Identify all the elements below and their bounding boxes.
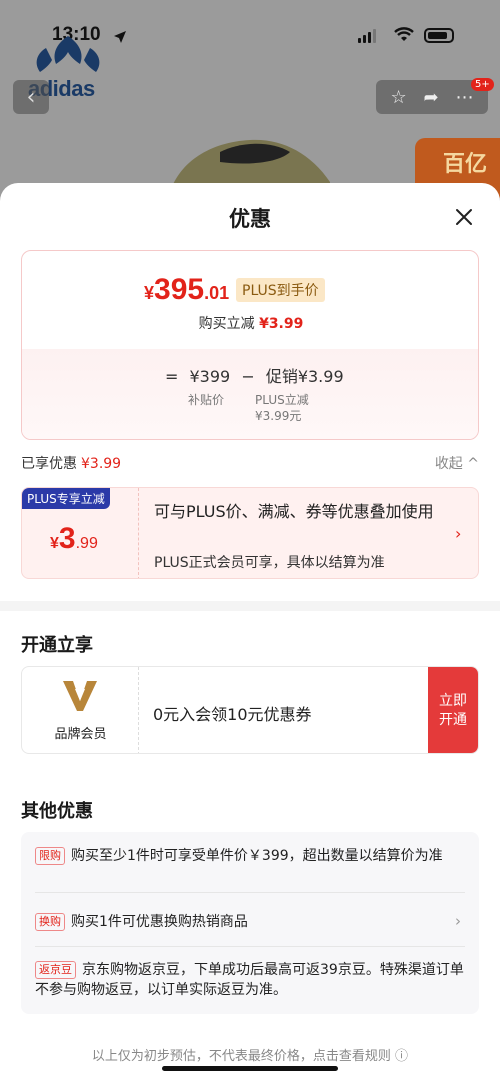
instant-cut-label: 购买立减	[198, 316, 255, 332]
location-arrow-icon	[114, 31, 126, 43]
coupon-amount-panel: PLUS专享立减 ¥3.99	[22, 488, 139, 578]
join-label-1: 立即	[439, 693, 467, 709]
offer-tag-limit: 限购	[35, 847, 65, 865]
final-price: ¥395.01	[144, 273, 229, 307]
brand-member-logo-icon	[63, 681, 97, 711]
formula-base-sub: 补贴价	[188, 393, 225, 407]
membership-section-title: 开通立享	[21, 635, 93, 656]
price-decimal: .01	[204, 283, 230, 303]
more-icon[interactable]: ⋯	[456, 87, 474, 108]
back-button[interactable]: ‹	[13, 80, 49, 114]
join-now-button[interactable]: 立即 开通	[428, 667, 478, 753]
close-icon[interactable]	[452, 205, 476, 229]
other-offers-section-title: 其他优惠	[21, 801, 93, 822]
formula-promo-sub-2: ¥3.99元	[255, 409, 302, 423]
price-integer: 395	[154, 273, 205, 306]
offer-tag-exchange: 换购	[35, 913, 65, 931]
formula-promo: 促销¥3.99	[265, 367, 344, 386]
chevron-right-icon: ›	[455, 912, 461, 930]
chevron-right-icon: ›	[455, 524, 462, 543]
coupon-tag: PLUS专享立减	[22, 488, 110, 509]
coupon-note: PLUS正式会员可享，具体以结算为准	[154, 555, 385, 571]
chevron-left-icon: ‹	[26, 84, 36, 110]
price-currency: ¥	[144, 283, 155, 303]
offer-row-jingdou: 返京豆 京东购物返京豆，下单成功后最高可返39京豆。特殊渠道订单不参与购物返豆，以…	[35, 960, 465, 1000]
offer-text-exchange: 购买1件可优惠换购热销商品	[71, 914, 248, 930]
formula-equals: =	[165, 367, 179, 386]
share-icon[interactable]: ➦	[424, 87, 439, 108]
row-divider	[35, 892, 465, 893]
plus-price-tag: PLUS到手价	[236, 278, 325, 302]
offer-text-limit: 购买至少1件时可享受单件价￥399，超出数量以结算价为准	[71, 848, 443, 864]
star-icon[interactable]: ☆	[390, 87, 406, 108]
coupon-decimal: .99	[75, 535, 98, 552]
offer-row-limit: 限购 购买至少1件时可享受单件价￥399，超出数量以结算价为准	[35, 846, 465, 866]
collapse-toggle[interactable]: 收起 ^	[435, 453, 479, 473]
formula-minus: −	[241, 367, 255, 386]
coupon-amount: ¥3.99	[50, 522, 98, 556]
formula-line: = ¥399 − 促销¥3.99	[165, 363, 350, 387]
row-divider	[35, 946, 465, 947]
coupon-integer: 3	[58, 522, 76, 555]
instant-cut-line: 购买立减 ¥3.99	[22, 313, 478, 333]
formula-promo-sub-1: PLUS立减	[255, 393, 309, 407]
price-top: ¥395.01 PLUS到手价 购买立减 ¥3.99	[22, 251, 478, 349]
brand-member-label: 品牌会员	[54, 727, 107, 742]
message-badge: 5+	[471, 78, 494, 91]
member-brand-panel: 品牌会员	[22, 667, 139, 753]
sheet-title: 优惠	[229, 207, 271, 231]
formula-base: ¥399	[189, 367, 231, 386]
wifi-icon	[394, 27, 414, 41]
section-divider	[0, 601, 500, 611]
offer-tag-jingdou: 返京豆	[35, 961, 76, 979]
enjoyed-discount-row: 已享优惠 ¥3.99 收起 ^	[21, 453, 479, 477]
home-indicator	[162, 1066, 338, 1071]
instant-cut-amount: ¥3.99	[259, 316, 304, 332]
brand-member-card: 品牌会员 0元入会领10元优惠券 立即 开通	[21, 666, 479, 754]
other-offers-list: 限购 购买至少1件时可享受单件价￥399，超出数量以结算价为准 换购 购买1件可优惠…	[21, 832, 479, 1014]
offer-text-jingdou: 京东购物返京豆，下单成功后最高可返39京豆。特殊渠道订单不参与购物返豆，以订单实…	[35, 962, 464, 998]
footer-rules-link[interactable]: 以上仅为初步预估，不代表最终价格，点击查看规则 ⓘ	[0, 1045, 500, 1064]
discount-sheet: 优惠 ¥395.01 PLUS到手价 购买立减 ¥3.99 = ¥399 − 促…	[0, 183, 500, 1083]
enjoyed-label: 已享优惠	[21, 456, 77, 472]
price-formula: = ¥399 − 促销¥3.99 补贴价 PLUS立减 ¥3.99元	[22, 349, 478, 439]
join-label-2: 开通	[439, 712, 467, 728]
enjoyed-amount: ¥3.99	[81, 456, 122, 472]
price-breakdown-card: ¥395.01 PLUS到手价 购买立减 ¥3.99 = ¥399 − 促销¥3…	[21, 250, 479, 440]
plus-coupon-card[interactable]: PLUS专享立减 ¥3.99 可与PLUS价、满减、券等优惠叠加使用 PLUS正…	[21, 487, 479, 579]
signal-icon	[358, 29, 376, 43]
coupon-currency: ¥	[50, 535, 59, 552]
offer-row-exchange[interactable]: 换购 购买1件可优惠换购热销商品	[35, 912, 445, 932]
coupon-description: 可与PLUS价、满减、券等优惠叠加使用	[154, 502, 434, 521]
battery-icon	[424, 28, 454, 43]
member-offer-text: 0元入会领10元优惠券	[153, 705, 312, 724]
